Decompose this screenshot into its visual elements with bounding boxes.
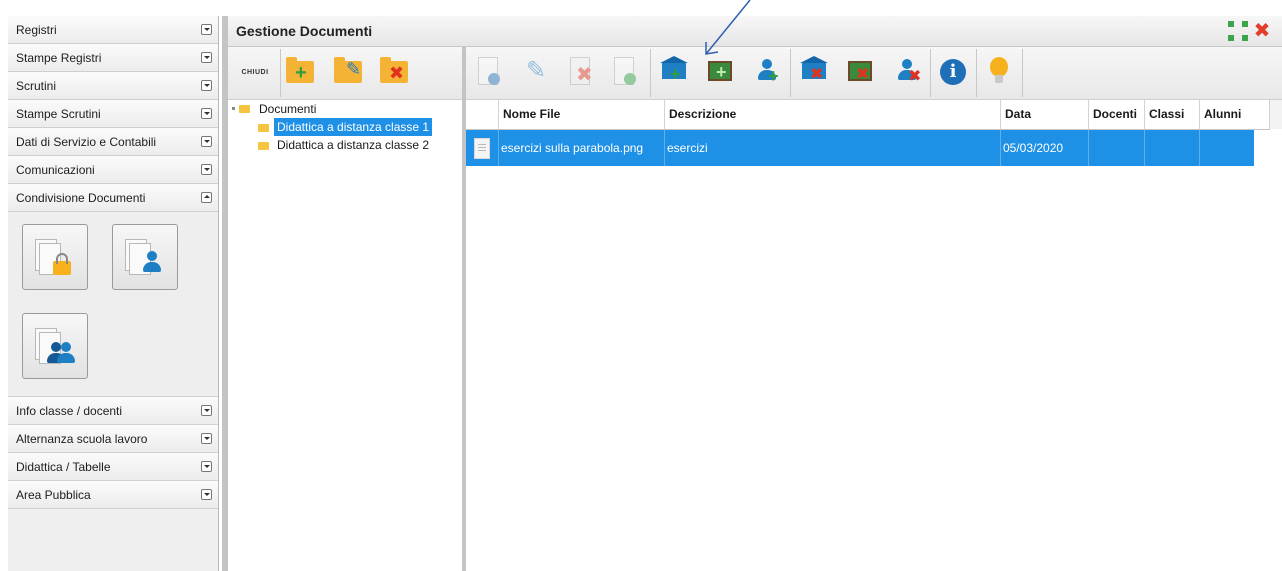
column-header-classi[interactable]: Classi <box>1144 100 1199 129</box>
sidebar-item-registri[interactable]: Registri <box>8 16 218 44</box>
sidebar-item-scrutini[interactable]: Scrutini <box>8 72 218 100</box>
delete-document-icon[interactable]: ✖ <box>564 57 598 89</box>
annotation-arrow-icon <box>705 0 751 55</box>
column-header-icon <box>466 100 498 129</box>
sidebar-item-dati-servizio[interactable]: Dati di Servizio e Contabili <box>8 128 218 156</box>
shared-documents-tile[interactable] <box>22 313 88 379</box>
sidebar-item-label: Info classe / docenti <box>16 404 123 418</box>
documents-toolbar: ✎ ✖ + + + ✖ ✖ ✖ i <box>466 47 1282 100</box>
add-folder-icon[interactable]: + <box>286 57 316 83</box>
sidebar-item-label: Registri <box>16 23 57 37</box>
sidebar-item-alternanza[interactable]: Alternanza scuola lavoro <box>8 425 218 453</box>
chevron-down-icon[interactable] <box>201 461 212 472</box>
info-icon[interactable]: i <box>936 57 970 89</box>
folder-tree: Documenti Didattica a distanza classe 1 … <box>228 100 462 571</box>
delete-folder-icon[interactable]: ✖ <box>380 57 410 83</box>
sidebar-item-label: Condivisione Documenti <box>16 191 146 205</box>
sidebar-item-condivisione-documenti[interactable]: Condivisione Documenti <box>8 184 218 212</box>
documents-table: Nome File Descrizione Data Docenti Class… <box>466 100 1270 166</box>
sidebar-item-label: Stampe Scrutini <box>16 107 101 121</box>
chevron-up-icon[interactable] <box>201 192 212 203</box>
column-header-data[interactable]: Data <box>1000 100 1088 129</box>
edit-document-icon[interactable]: ✎ <box>518 57 552 89</box>
chevron-down-icon[interactable] <box>201 433 212 444</box>
column-header-nome-file[interactable]: Nome File <box>498 100 664 129</box>
sidebar-item-label: Scrutini <box>16 79 57 93</box>
column-header-alunni[interactable]: Alunni <box>1199 100 1254 129</box>
folder-icon <box>239 105 250 113</box>
sidebar-accordion: Registri Stampe Registri Scrutini Stampe… <box>8 16 219 571</box>
description-cell: esercizi <box>664 130 1000 166</box>
docenti-cell <box>1088 130 1144 166</box>
sidebar-item-label: Comunicazioni <box>16 163 95 177</box>
folder-icon <box>258 124 269 132</box>
tree-label: Didattica a distanza classe 2 <box>277 138 430 152</box>
chevron-down-icon[interactable] <box>201 52 212 63</box>
sidebar-item-stampe-scrutini[interactable]: Stampe Scrutini <box>8 100 218 128</box>
share-with-board-icon[interactable]: + <box>704 57 738 89</box>
share-with-user-icon[interactable]: + <box>750 57 784 89</box>
new-document-icon[interactable] <box>472 57 506 89</box>
sidebar-item-info-classe[interactable]: Info classe / docenti <box>8 397 218 425</box>
vertical-scrollbar[interactable] <box>1269 100 1282 129</box>
sidebar-item-label: Stampe Registri <box>16 51 102 65</box>
lightbulb-icon[interactable] <box>982 57 1016 89</box>
close-tree-button[interactable]: CHIUDI <box>232 55 278 91</box>
sidebar-item-label: Didattica / Tabelle <box>16 460 111 474</box>
file-icon <box>474 138 490 159</box>
table-row[interactable]: esercizi sulla parabola.png esercizi 05/… <box>466 130 1254 166</box>
chevron-down-icon[interactable] <box>201 405 212 416</box>
share-with-class-icon[interactable]: + <box>658 56 692 89</box>
condivisione-documenti-panel <box>8 212 218 397</box>
table-header: Nome File Descrizione Data Docenti Class… <box>466 100 1270 130</box>
tree-label: Documenti <box>259 102 317 116</box>
sidebar-item-label: Dati di Servizio e Contabili <box>16 135 157 149</box>
chevron-down-icon[interactable] <box>201 24 212 35</box>
chevron-down-icon[interactable] <box>201 164 212 175</box>
folder-icon <box>258 142 269 150</box>
chevron-down-icon[interactable] <box>201 108 212 119</box>
page-title: Gestione Documenti <box>236 23 373 39</box>
unshare-board-icon[interactable]: ✖ <box>844 57 878 89</box>
toolbar-divider <box>1022 49 1023 97</box>
alunni-cell <box>1199 130 1254 166</box>
gestione-documenti-window: Gestione Documenti ✖ CHIUDI + ✎ ✖ Docume… <box>222 16 1282 571</box>
sidebar-item-label: Alternanza scuola lavoro <box>16 432 148 446</box>
tree-label: Didattica a distanza classe 1 <box>274 118 433 136</box>
toolbar-divider <box>280 49 281 97</box>
new-version-icon[interactable] <box>608 57 642 89</box>
sidebar-item-stampe-registri[interactable]: Stampe Registri <box>8 44 218 72</box>
sidebar-item-didattica-tabelle[interactable]: Didattica / Tabelle <box>8 453 218 481</box>
close-icon[interactable]: ✖ <box>1252 21 1272 41</box>
chevron-down-icon[interactable] <box>201 80 212 91</box>
toolbar-divider <box>930 49 931 97</box>
chevron-down-icon[interactable] <box>201 489 212 500</box>
expand-dot-icon <box>232 107 235 110</box>
toolbar-divider <box>790 49 791 97</box>
documents-panel: ✎ ✖ + + + ✖ ✖ ✖ i Nome File Descrizione … <box>466 47 1282 571</box>
folder-toolbar: CHIUDI + ✎ ✖ <box>228 47 462 100</box>
edit-folder-icon[interactable]: ✎ <box>334 57 364 83</box>
private-documents-tile[interactable] <box>22 224 88 290</box>
file-type-cell <box>466 130 498 166</box>
folder-tree-panel: CHIUDI + ✎ ✖ Documenti Didattica a dista… <box>228 47 466 571</box>
date-cell: 05/03/2020 <box>1000 130 1088 166</box>
unshare-class-icon[interactable]: ✖ <box>798 56 832 89</box>
sidebar-item-label: Area Pubblica <box>16 488 91 502</box>
sidebar-item-comunicazioni[interactable]: Comunicazioni <box>8 156 218 184</box>
column-header-descrizione[interactable]: Descrizione <box>664 100 1000 129</box>
file-name-cell: esercizi sulla parabola.png <box>498 130 664 166</box>
toolbar-divider <box>650 49 651 97</box>
personal-documents-tile[interactable] <box>112 224 178 290</box>
chevron-down-icon[interactable] <box>201 136 212 147</box>
toolbar-divider <box>976 49 977 97</box>
classi-cell <box>1144 130 1199 166</box>
sidebar-item-area-pubblica[interactable]: Area Pubblica <box>8 481 218 509</box>
unshare-user-icon[interactable]: ✖ <box>890 57 924 89</box>
maximize-icon[interactable] <box>1228 21 1248 41</box>
column-header-docenti[interactable]: Docenti <box>1088 100 1144 129</box>
